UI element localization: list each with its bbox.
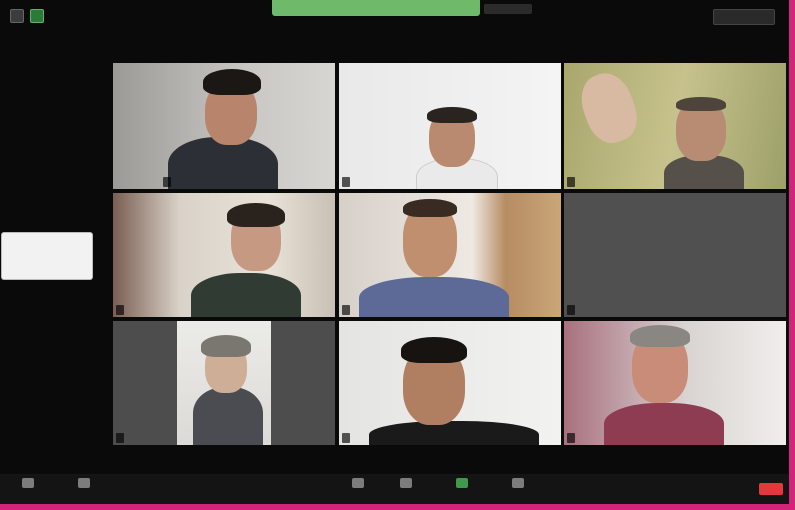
video-camera-icon (78, 478, 90, 488)
participants-button[interactable] (352, 478, 364, 491)
recording-indicator (484, 4, 532, 14)
participant-tile-9[interactable] (564, 321, 786, 445)
participant-tile-7[interactable] (113, 321, 335, 445)
stop-video-button[interactable] (78, 478, 90, 491)
chat-icon (400, 478, 412, 488)
microphone-icon (22, 478, 34, 488)
top-left-controls (10, 9, 44, 23)
participant-name (163, 177, 171, 187)
view-button[interactable] (713, 9, 775, 25)
participant-name (567, 305, 575, 315)
reactions-button[interactable] (512, 478, 524, 491)
security-shield-icon[interactable] (30, 9, 44, 23)
participant-name (567, 177, 575, 187)
mute-button[interactable] (22, 478, 34, 491)
participant-tile-8[interactable] (339, 321, 561, 445)
participant-name (116, 305, 124, 315)
participant-name (342, 177, 350, 187)
share-screen-icon (456, 478, 468, 488)
participant-tile-2[interactable] (339, 63, 561, 189)
participant-name (342, 433, 350, 443)
participant-tile-3[interactable] (564, 63, 786, 189)
chat-button[interactable] (400, 478, 412, 491)
participant-tile-1[interactable] (113, 63, 335, 189)
self-view-window[interactable] (2, 233, 92, 279)
participant-name (342, 305, 350, 315)
participant-tile-4[interactable] (113, 193, 335, 317)
participant-name (567, 433, 575, 443)
info-icon[interactable] (10, 9, 24, 23)
meeting-toolbar (0, 474, 789, 504)
share-screen-button[interactable] (456, 478, 468, 491)
active-speaker-banner (272, 0, 480, 16)
meeting-window (0, 0, 795, 510)
participant-tile-6-video-off[interactable] (564, 193, 786, 317)
participants-icon (352, 478, 364, 488)
participant-name (116, 433, 124, 443)
participant-tile-5[interactable] (339, 193, 561, 317)
reactions-icon (512, 478, 524, 488)
end-meeting-button[interactable] (759, 483, 783, 495)
